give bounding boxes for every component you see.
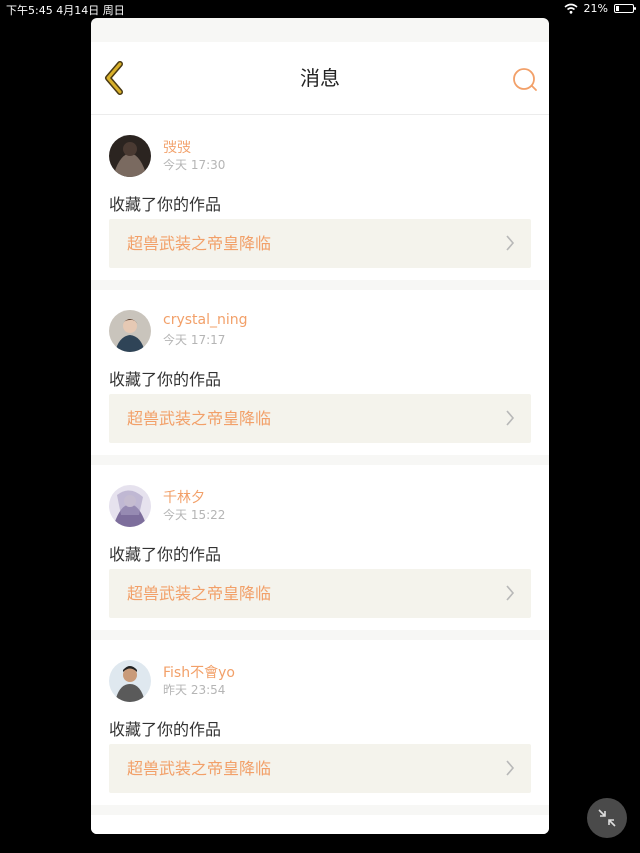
message-time: 今天 17:30: [163, 158, 226, 172]
nav-bar: 消息: [91, 42, 549, 115]
messages-panel: 消息 弢弢 今天 17:30 收藏了你的作品 超兽武装之帝皇降临 crystal…: [91, 18, 549, 834]
chevron-right-icon: [506, 235, 515, 251]
message-card: crystal_ning 今天 17:17 收藏了你的作品 超兽武装之帝皇降临: [91, 290, 549, 455]
avatar[interactable]: [109, 660, 151, 702]
battery-icon: [614, 4, 636, 13]
avatar[interactable]: [109, 135, 151, 177]
work-link[interactable]: 超兽武装之帝皇降临: [109, 569, 531, 618]
work-link[interactable]: 超兽武装之帝皇降临: [109, 394, 531, 443]
collapse-arrows-icon: [598, 809, 616, 827]
message-card: 千林夕 今天 15:22 收藏了你的作品 超兽武装之帝皇降临: [91, 465, 549, 630]
message-action: 收藏了你的作品: [109, 720, 222, 739]
message-action: 收藏了你的作品: [109, 195, 222, 214]
work-title: 超兽武装之帝皇降临: [127, 409, 272, 428]
message-action: 收藏了你的作品: [109, 545, 222, 564]
work-title: 超兽武装之帝皇降临: [127, 234, 272, 253]
message-card: Fish不會yo 昨天 23:54 收藏了你的作品 超兽武装之帝皇降临: [91, 640, 549, 805]
collapse-button[interactable]: [587, 798, 627, 838]
work-link[interactable]: 超兽武装之帝皇降临: [109, 219, 531, 268]
message-time: 昨天 23:54: [163, 683, 226, 697]
wifi-icon: [564, 3, 578, 14]
user-name[interactable]: crystal_ning: [163, 312, 248, 328]
status-time-date: 下午5:45 4月14日 周日: [6, 4, 125, 17]
message-time: 今天 17:17: [163, 333, 226, 347]
work-title: 超兽武装之帝皇降临: [127, 584, 272, 603]
chevron-right-icon: [506, 585, 515, 601]
message-card: vicyx: [91, 815, 549, 834]
user-name[interactable]: 千林夕: [163, 487, 205, 507]
user-name[interactable]: Fish不會yo: [163, 662, 235, 682]
search-icon[interactable]: [511, 66, 539, 94]
status-bar: 下午5:45 4月14日 周日 21%: [0, 0, 640, 18]
chevron-right-icon: [506, 760, 515, 776]
work-link[interactable]: 超兽武装之帝皇降临: [109, 744, 531, 793]
chevron-right-icon: [506, 410, 515, 426]
battery-percent: 21%: [583, 2, 608, 15]
message-time: 今天 15:22: [163, 508, 226, 522]
work-title: 超兽武装之帝皇降临: [127, 759, 272, 778]
page-title: 消息: [300, 66, 340, 90]
message-card: 弢弢 今天 17:30 收藏了你的作品 超兽武装之帝皇降临: [91, 115, 549, 280]
message-action: 收藏了你的作品: [109, 370, 222, 389]
user-name[interactable]: 弢弢: [163, 137, 191, 157]
avatar[interactable]: [109, 310, 151, 352]
avatar[interactable]: [109, 485, 151, 527]
